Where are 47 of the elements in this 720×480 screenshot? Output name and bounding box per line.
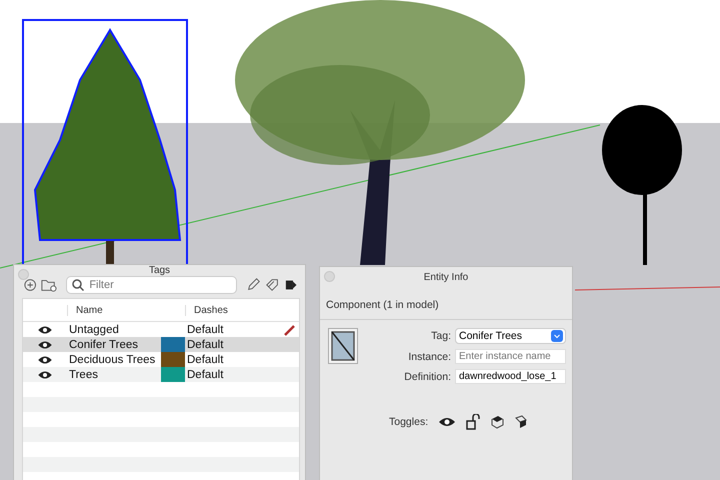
dashes-value[interactable]: Default — [185, 368, 281, 380]
tag-dropdown[interactable]: Conifer Trees — [455, 328, 566, 344]
component-thumbnail-icon — [328, 328, 358, 364]
chevron-icon — [551, 330, 563, 342]
pencil-icon[interactable] — [246, 277, 260, 293]
add-icon[interactable] — [24, 278, 36, 292]
tag-row[interactable]: Untagged Default — [23, 322, 299, 337]
panel-title: Entity Info — [424, 272, 468, 282]
tree-silhouette-drawing[interactable] — [602, 105, 682, 265]
tag-row[interactable]: Trees Default — [23, 367, 299, 382]
color-swatch[interactable] — [161, 352, 185, 367]
column-header[interactable]: Name — [67, 304, 161, 316]
search-field[interactable]: Filter — [66, 276, 238, 294]
cast-shadow-icon[interactable] — [490, 415, 504, 429]
dashes-value[interactable]: Default — [185, 354, 281, 366]
deciduous-tree-drawing[interactable] — [235, 0, 525, 265]
field-label: Definition: — [403, 370, 451, 382]
conifer-tree-drawing[interactable] — [34, 28, 182, 265]
tag-name: Untagged — [68, 324, 120, 336]
tag-name: Trees — [68, 368, 99, 380]
eye-icon[interactable] — [438, 416, 456, 428]
definition-field[interactable]: dawnredwood_lose_1 — [455, 369, 566, 384]
tag-row[interactable]: Conifer Trees Default — [23, 337, 299, 352]
field-label: Tag: — [430, 330, 451, 342]
search-icon — [72, 279, 84, 291]
export-icon[interactable] — [284, 278, 298, 292]
dashes-value[interactable]: Default — [185, 338, 281, 350]
tag-row[interactable]: Deciduous Trees Default — [23, 352, 299, 367]
tag-name: Conifer Trees — [68, 338, 140, 350]
eye-icon[interactable] — [38, 354, 52, 364]
eye-icon[interactable] — [38, 370, 52, 380]
eye-icon[interactable] — [38, 340, 52, 350]
receive-shadow-icon[interactable] — [514, 415, 528, 429]
field-label: Toggles: — [389, 416, 428, 428]
instance-field[interactable]: Enter instance name — [455, 349, 566, 364]
padlock-icon[interactable] — [466, 414, 480, 430]
color-swatch[interactable] — [161, 337, 185, 352]
column-header[interactable]: Dashes — [185, 304, 281, 316]
field-label: Instance: — [407, 350, 451, 362]
panel-title: Tags — [148, 265, 170, 276]
add-folder-icon[interactable] — [41, 277, 58, 293]
color-swatch[interactable] — [161, 367, 185, 382]
tag-name: Deciduous Trees — [68, 354, 156, 366]
dashes-value[interactable]: Default — [185, 324, 281, 336]
eye-icon[interactable] — [38, 324, 52, 334]
tags-icon[interactable] — [265, 277, 280, 293]
entity-type-label: Component (1 in model) — [320, 287, 572, 320]
